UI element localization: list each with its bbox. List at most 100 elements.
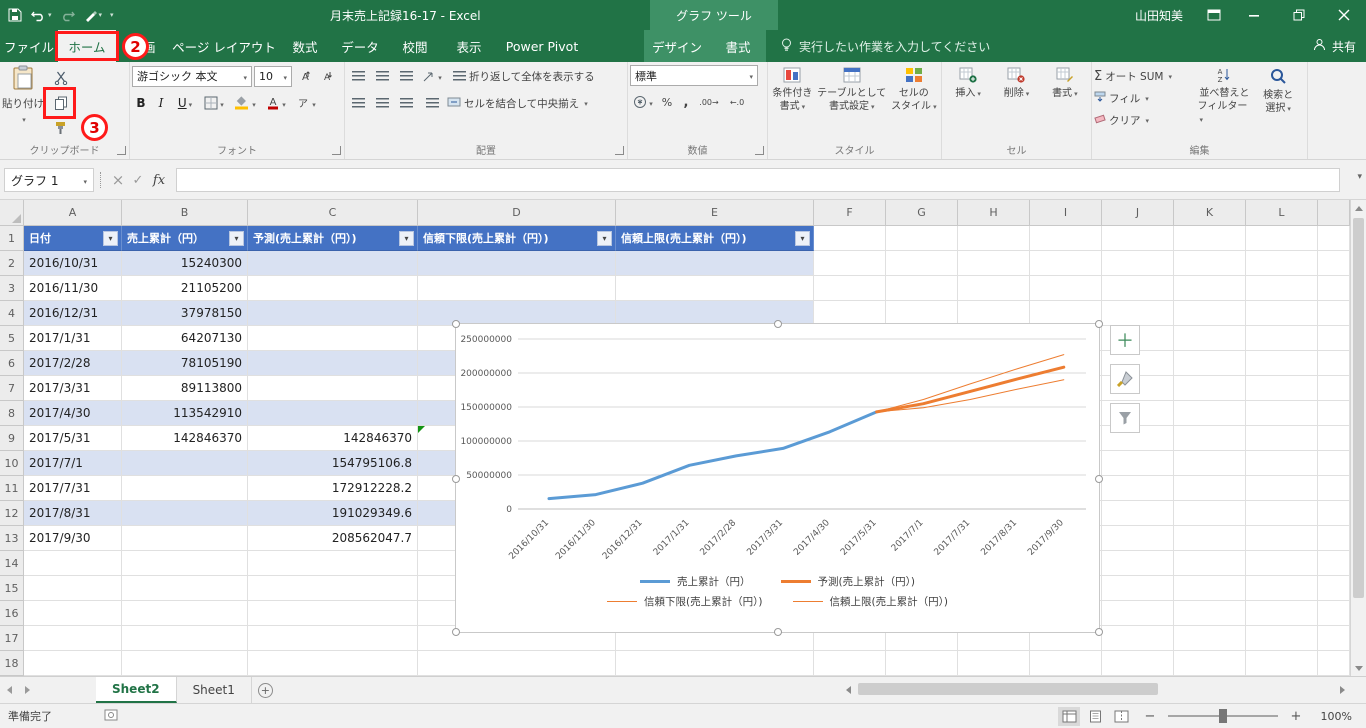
cell-A12[interactable]: 2017/8/31 (24, 501, 122, 526)
chart-elements-button[interactable]: ＋ (1110, 325, 1140, 355)
redo-icon[interactable] (60, 8, 76, 22)
cell-partial-7[interactable] (1318, 376, 1350, 401)
touch-mode-icon[interactable]: ▾ (84, 9, 102, 22)
cell-K7[interactable] (1174, 376, 1246, 401)
cell-E1[interactable]: 信頼上限(売上累計（円）) (616, 226, 814, 251)
row-header-7[interactable]: 7 (0, 376, 24, 401)
row-header-5[interactable]: 5 (0, 326, 24, 351)
cell-B15[interactable] (122, 576, 248, 601)
chart-handle-se[interactable] (1095, 628, 1103, 636)
cell-styles-button[interactable]: セルの スタイル (891, 65, 937, 114)
decrease-decimal-button[interactable]: ←.0 (724, 91, 750, 113)
minimize-button[interactable] (1231, 0, 1276, 30)
select-all-corner[interactable] (0, 200, 24, 226)
ribbon-display-options-icon[interactable] (1197, 0, 1231, 30)
chart-handle-nw[interactable] (452, 320, 460, 328)
cell-C16[interactable] (248, 601, 418, 626)
cell-B1[interactable]: 売上累計（円） (122, 226, 248, 251)
row-header-3[interactable]: 3 (0, 276, 24, 301)
scroll-up-icon[interactable] (1351, 200, 1366, 216)
cell-partial-4[interactable] (1318, 301, 1350, 326)
cell-C18[interactable] (248, 651, 418, 676)
row-header-15[interactable]: 15 (0, 576, 24, 601)
cell-A17[interactable] (24, 626, 122, 651)
cell-L11[interactable] (1246, 476, 1318, 501)
cell-C11[interactable]: 172912228.2 (248, 476, 418, 501)
cell-partial-8[interactable] (1318, 401, 1350, 426)
cell-partial-11[interactable] (1318, 476, 1350, 501)
filter-button[interactable] (399, 230, 414, 246)
paste-button[interactable]: 貼り付け (2, 65, 44, 139)
column-header-D[interactable]: D (418, 200, 616, 226)
cell-H18[interactable] (958, 651, 1030, 676)
cell-C10[interactable]: 154795106.8 (248, 451, 418, 476)
chart-handle-sw[interactable] (452, 628, 460, 636)
cell-D2[interactable] (418, 251, 616, 276)
cell-A11[interactable]: 2017/7/31 (24, 476, 122, 501)
cell-K3[interactable] (1174, 276, 1246, 301)
cell-B7[interactable]: 89113800 (122, 376, 248, 401)
cell-A10[interactable]: 2017/7/1 (24, 451, 122, 476)
cell-C7[interactable] (248, 376, 418, 401)
zoom-out-button[interactable]: − (1142, 709, 1158, 724)
restore-button[interactable] (1276, 0, 1321, 30)
formula-input[interactable] (176, 168, 1340, 192)
font-color-button[interactable]: A (262, 92, 290, 114)
row-header-17[interactable]: 17 (0, 626, 24, 651)
cell-C12[interactable]: 191029349.6 (248, 501, 418, 526)
ribbon-tab-format[interactable]: 書式 (710, 30, 766, 62)
bold-button[interactable]: B (132, 92, 150, 114)
expand-formula-bar-icon[interactable]: ▾ (1357, 172, 1362, 182)
cell-B10[interactable] (122, 451, 248, 476)
cell-K16[interactable] (1174, 601, 1246, 626)
phonetic-guide-button[interactable]: ア (292, 92, 320, 114)
user-name[interactable]: 山田知美 (1135, 7, 1183, 24)
legend-item[interactable]: 信頼下限(売上累計（円）) (607, 594, 763, 609)
forecast-chart[interactable]: 0 50000000 100000000 150000000 200000000 2500… (452, 320, 1103, 636)
cell-C14[interactable] (248, 551, 418, 576)
autosum-button[interactable]: Σ オート SUM (1094, 65, 1198, 87)
cell-A2[interactable]: 2016/10/31 (24, 251, 122, 276)
filter-button[interactable] (597, 230, 612, 246)
cell-G3[interactable] (886, 276, 958, 301)
cell-A13[interactable]: 2017/9/30 (24, 526, 122, 551)
vertical-scrollbar[interactable] (1350, 200, 1366, 676)
cell-H1[interactable] (958, 226, 1030, 251)
align-top-icon[interactable] (347, 65, 369, 87)
cell-C6[interactable] (248, 351, 418, 376)
sheet-nav-prev-icon[interactable] (0, 677, 18, 703)
column-header-C[interactable]: C (248, 200, 418, 226)
row-header-1[interactable]: 1 (0, 226, 24, 251)
cell-J2[interactable] (1102, 251, 1174, 276)
cell-F3[interactable] (814, 276, 886, 301)
italic-button[interactable]: I (152, 92, 170, 114)
cell-B5[interactable]: 64207130 (122, 326, 248, 351)
scroll-down-icon[interactable] (1351, 660, 1366, 676)
cell-K9[interactable] (1174, 426, 1246, 451)
number-dialog-launcher[interactable] (755, 146, 764, 155)
cell-partial-15[interactable] (1318, 576, 1350, 601)
cell-C1[interactable]: 予測(売上累計（円）) (248, 226, 418, 251)
cell-partial-18[interactable] (1318, 651, 1350, 676)
cell-A3[interactable]: 2016/11/30 (24, 276, 122, 301)
cell-J14[interactable] (1102, 551, 1174, 576)
scroll-left-icon[interactable] (840, 679, 856, 700)
cell-D18[interactable] (418, 651, 616, 676)
cell-K11[interactable] (1174, 476, 1246, 501)
cell-H3[interactable] (958, 276, 1030, 301)
close-button[interactable] (1321, 0, 1366, 30)
filter-button[interactable] (103, 230, 118, 246)
increase-font-size-button[interactable]: A (294, 65, 314, 87)
sort-filter-button[interactable]: AZ 並べ替えと フィルター (1198, 65, 1252, 131)
align-left-icon[interactable] (347, 92, 369, 114)
row-header-16[interactable]: 16 (0, 601, 24, 626)
cut-button[interactable] (50, 67, 72, 89)
cell-C9[interactable]: 142846370 (248, 426, 418, 451)
cell-C15[interactable] (248, 576, 418, 601)
scroll-right-icon[interactable] (1334, 679, 1350, 700)
cell-J4[interactable] (1102, 301, 1174, 326)
cell-L13[interactable] (1246, 526, 1318, 551)
decrease-font-size-button[interactable]: A (316, 65, 336, 87)
ribbon-tab-formulas[interactable]: 数式 (278, 30, 332, 62)
column-header-I[interactable]: I (1030, 200, 1102, 226)
